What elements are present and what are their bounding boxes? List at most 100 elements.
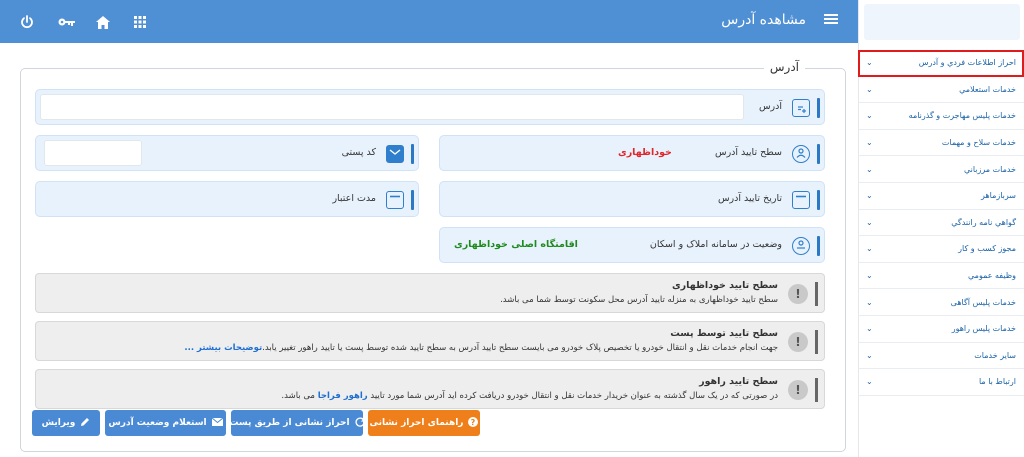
power-icon[interactable] [20, 12, 58, 32]
sidebar-item-label: سربازماهر [981, 191, 1016, 201]
chevron-down-icon: ⌄ [866, 58, 873, 68]
sidebar-item-traffic-police[interactable]: خدمات پليس راهور ⌄ [858, 316, 1024, 343]
header-icons [20, 12, 172, 32]
note-title: سطح تایید راهور [699, 376, 778, 387]
chevron-down-icon: ⌄ [866, 217, 873, 227]
sidebar-item-inquiry[interactable]: خدمات استعلامي ⌄ [858, 77, 1024, 104]
registry-status-label: وضعیت در سامانه املاک و اسکان [649, 239, 782, 250]
edit-label: ویرایش [41, 418, 76, 428]
exclamation-icon: ! [788, 284, 808, 304]
exclamation-icon: ! [788, 380, 808, 400]
note-accent-bar [815, 330, 818, 354]
more-info-link[interactable]: توضیحات بیشتر ... [184, 343, 262, 353]
sidebar-item-label: ارتباط با ما [978, 377, 1016, 387]
calendar-icon [386, 191, 404, 209]
validity-label: مدت اعتبار [332, 193, 376, 204]
sidebar-menu: احراز اطلاعات فردي و آدرس ⌄ خدمات استعلام… [858, 50, 1024, 396]
note-title: سطح تایید توسط پست [670, 328, 778, 339]
edit-button[interactable]: ویرایش [32, 410, 100, 436]
user-icon [792, 145, 810, 163]
top-header: مشاهده آدرس [0, 0, 858, 43]
note-text-body: جهت انجام خدمات نقل و انتقال خودرو یا تخ… [262, 343, 778, 353]
verification-date-field: تاریخ تایید آدرس [439, 181, 825, 217]
note-text: جهت انجام خدمات نقل و انتقال خودرو یا تخ… [184, 343, 778, 353]
sidebar-item-label: خدمات سلاح و مهمات [941, 138, 1016, 148]
chevron-down-icon: ⌄ [866, 84, 873, 94]
sidebar-header-box [864, 4, 1020, 40]
sidebar-item-business-permit[interactable]: مجوز کسب و کار ⌄ [858, 236, 1024, 263]
pencil-icon [80, 417, 90, 430]
app-root: مشاهده آدرس احراز اطلاعات فردي و آدرس ⌄ خ… [0, 0, 1024, 457]
sidebar-item-detective-police[interactable]: خدمات پلیس آگاهی ⌄ [858, 289, 1024, 316]
address-label: آدرس [758, 101, 782, 112]
verification-level-value: خوداظهاری [618, 147, 672, 158]
address-guide-label: راهنمای احراز نشانی [369, 418, 464, 428]
verification-date-label: تاریخ تایید آدرس [717, 193, 782, 204]
note-text-post: می باشد. [281, 391, 315, 401]
address-input[interactable] [40, 94, 744, 120]
traffic-police-link[interactable]: راهور فراجا [318, 391, 368, 401]
field-accent-bar [817, 144, 820, 164]
registry-status-value: اقامتگاه اصلی خوداظهاری [454, 239, 578, 250]
address-field: آدرس [35, 89, 825, 125]
page-title: مشاهده آدرس [721, 12, 806, 28]
sidebar-item-identity-address[interactable]: احراز اطلاعات فردي و آدرس ⌄ [858, 50, 1024, 77]
note-accent-bar [815, 378, 818, 402]
sidebar-item-label: خدمات استعلامي [959, 84, 1016, 94]
sidebar-item-label: ساير خدمات [974, 350, 1016, 360]
field-accent-bar [817, 236, 820, 256]
refresh-icon [355, 417, 365, 430]
note-accent-bar [815, 282, 818, 306]
field-accent-bar [817, 98, 820, 118]
sidebar-item-immigration[interactable]: خدمات پليس مهاجرت و گذرنامه ⌄ [858, 103, 1024, 130]
mail-icon [386, 145, 404, 163]
sidebar-item-public-duty[interactable]: وظيفه عمومي ⌄ [858, 263, 1024, 290]
note-add-icon [792, 99, 810, 117]
sidebar-item-label: خدمات پلیس آگاهی [950, 297, 1016, 307]
field-accent-bar [817, 190, 820, 210]
calendar-icon [792, 191, 810, 209]
sidebar-item-border[interactable]: خدمات مرزباني ⌄ [858, 156, 1024, 183]
chevron-down-icon: ⌄ [866, 138, 873, 148]
sidebar-item-label: گواهي نامه رانندگي [951, 217, 1016, 227]
verify-by-post-label: احراز نشانی از طریق پست [229, 418, 350, 428]
sidebar-item-driving-license[interactable]: گواهي نامه رانندگي ⌄ [858, 210, 1024, 237]
address-status-inquiry-button[interactable]: استعلام وضعیت آدرس [105, 410, 226, 436]
sidebar-item-skilled-soldier[interactable]: سربازماهر ⌄ [858, 183, 1024, 210]
field-accent-bar [411, 190, 414, 210]
note-text: در صورتی که در یک سال گذشته به عنوان خری… [281, 391, 778, 401]
sidebar-item-contact-us[interactable]: ارتباط با ما ⌄ [858, 369, 1024, 396]
hamburger-icon[interactable] [824, 12, 838, 28]
note-self-declaration: ! سطح تایید خوداظهاری سطح تایید خوداظهار… [35, 273, 825, 313]
verification-level-label: سطح تایید آدرس [714, 147, 782, 158]
mail-icon [211, 417, 223, 429]
sidebar-item-label: خدمات پليس مهاجرت و گذرنامه [908, 111, 1016, 121]
sidebar-item-weapons[interactable]: خدمات سلاح و مهمات ⌄ [858, 130, 1024, 157]
user-badge-icon [792, 237, 810, 255]
home-icon[interactable] [96, 12, 134, 32]
key-icon[interactable] [58, 12, 96, 32]
sidebar-item-label: وظيفه عمومي [967, 271, 1016, 281]
chevron-down-icon: ⌄ [866, 244, 873, 254]
sidebar-item-label: خدمات پليس راهور [951, 324, 1016, 334]
registry-status-field: وضعیت در سامانه املاک و اسکان اقامتگاه ا… [439, 227, 825, 263]
sidebar-item-label: مجوز کسب و کار [958, 244, 1016, 254]
chevron-down-icon: ⌄ [866, 297, 873, 307]
verification-level-field: سطح تایید آدرس خوداظهاری [439, 135, 825, 171]
sidebar-item-other-services[interactable]: ساير خدمات ⌄ [858, 343, 1024, 370]
postal-code-label: کد پستی [341, 147, 376, 158]
verify-by-post-button[interactable]: احراز نشانی از طریق پست [229, 410, 365, 436]
note-traffic-verification: ! سطح تایید راهور در صورتی که در یک سال … [35, 369, 825, 409]
sidebar-item-label: احراز اطلاعات فردي و آدرس [918, 58, 1016, 68]
address-status-inquiry-label: استعلام وضعیت آدرس [108, 418, 207, 428]
postal-code-input[interactable] [44, 140, 142, 166]
grid-icon[interactable] [134, 12, 172, 32]
card-legend: آدرس [763, 60, 805, 74]
note-text-pre: در صورتی که در یک سال گذشته به عنوان خری… [370, 391, 778, 401]
question-circle-icon: ? [468, 416, 479, 430]
sidebar-item-label: خدمات مرزباني [963, 164, 1016, 174]
note-text: سطح تایید خوداظهاری به منزله تایید آدرس … [500, 295, 778, 305]
address-guide-button[interactable]: ? راهنمای احراز نشانی [368, 410, 480, 436]
note-post-verification: ! سطح تایید توسط پست جهت انجام خدمات نقل… [35, 321, 825, 361]
chevron-down-icon: ⌄ [866, 324, 873, 334]
